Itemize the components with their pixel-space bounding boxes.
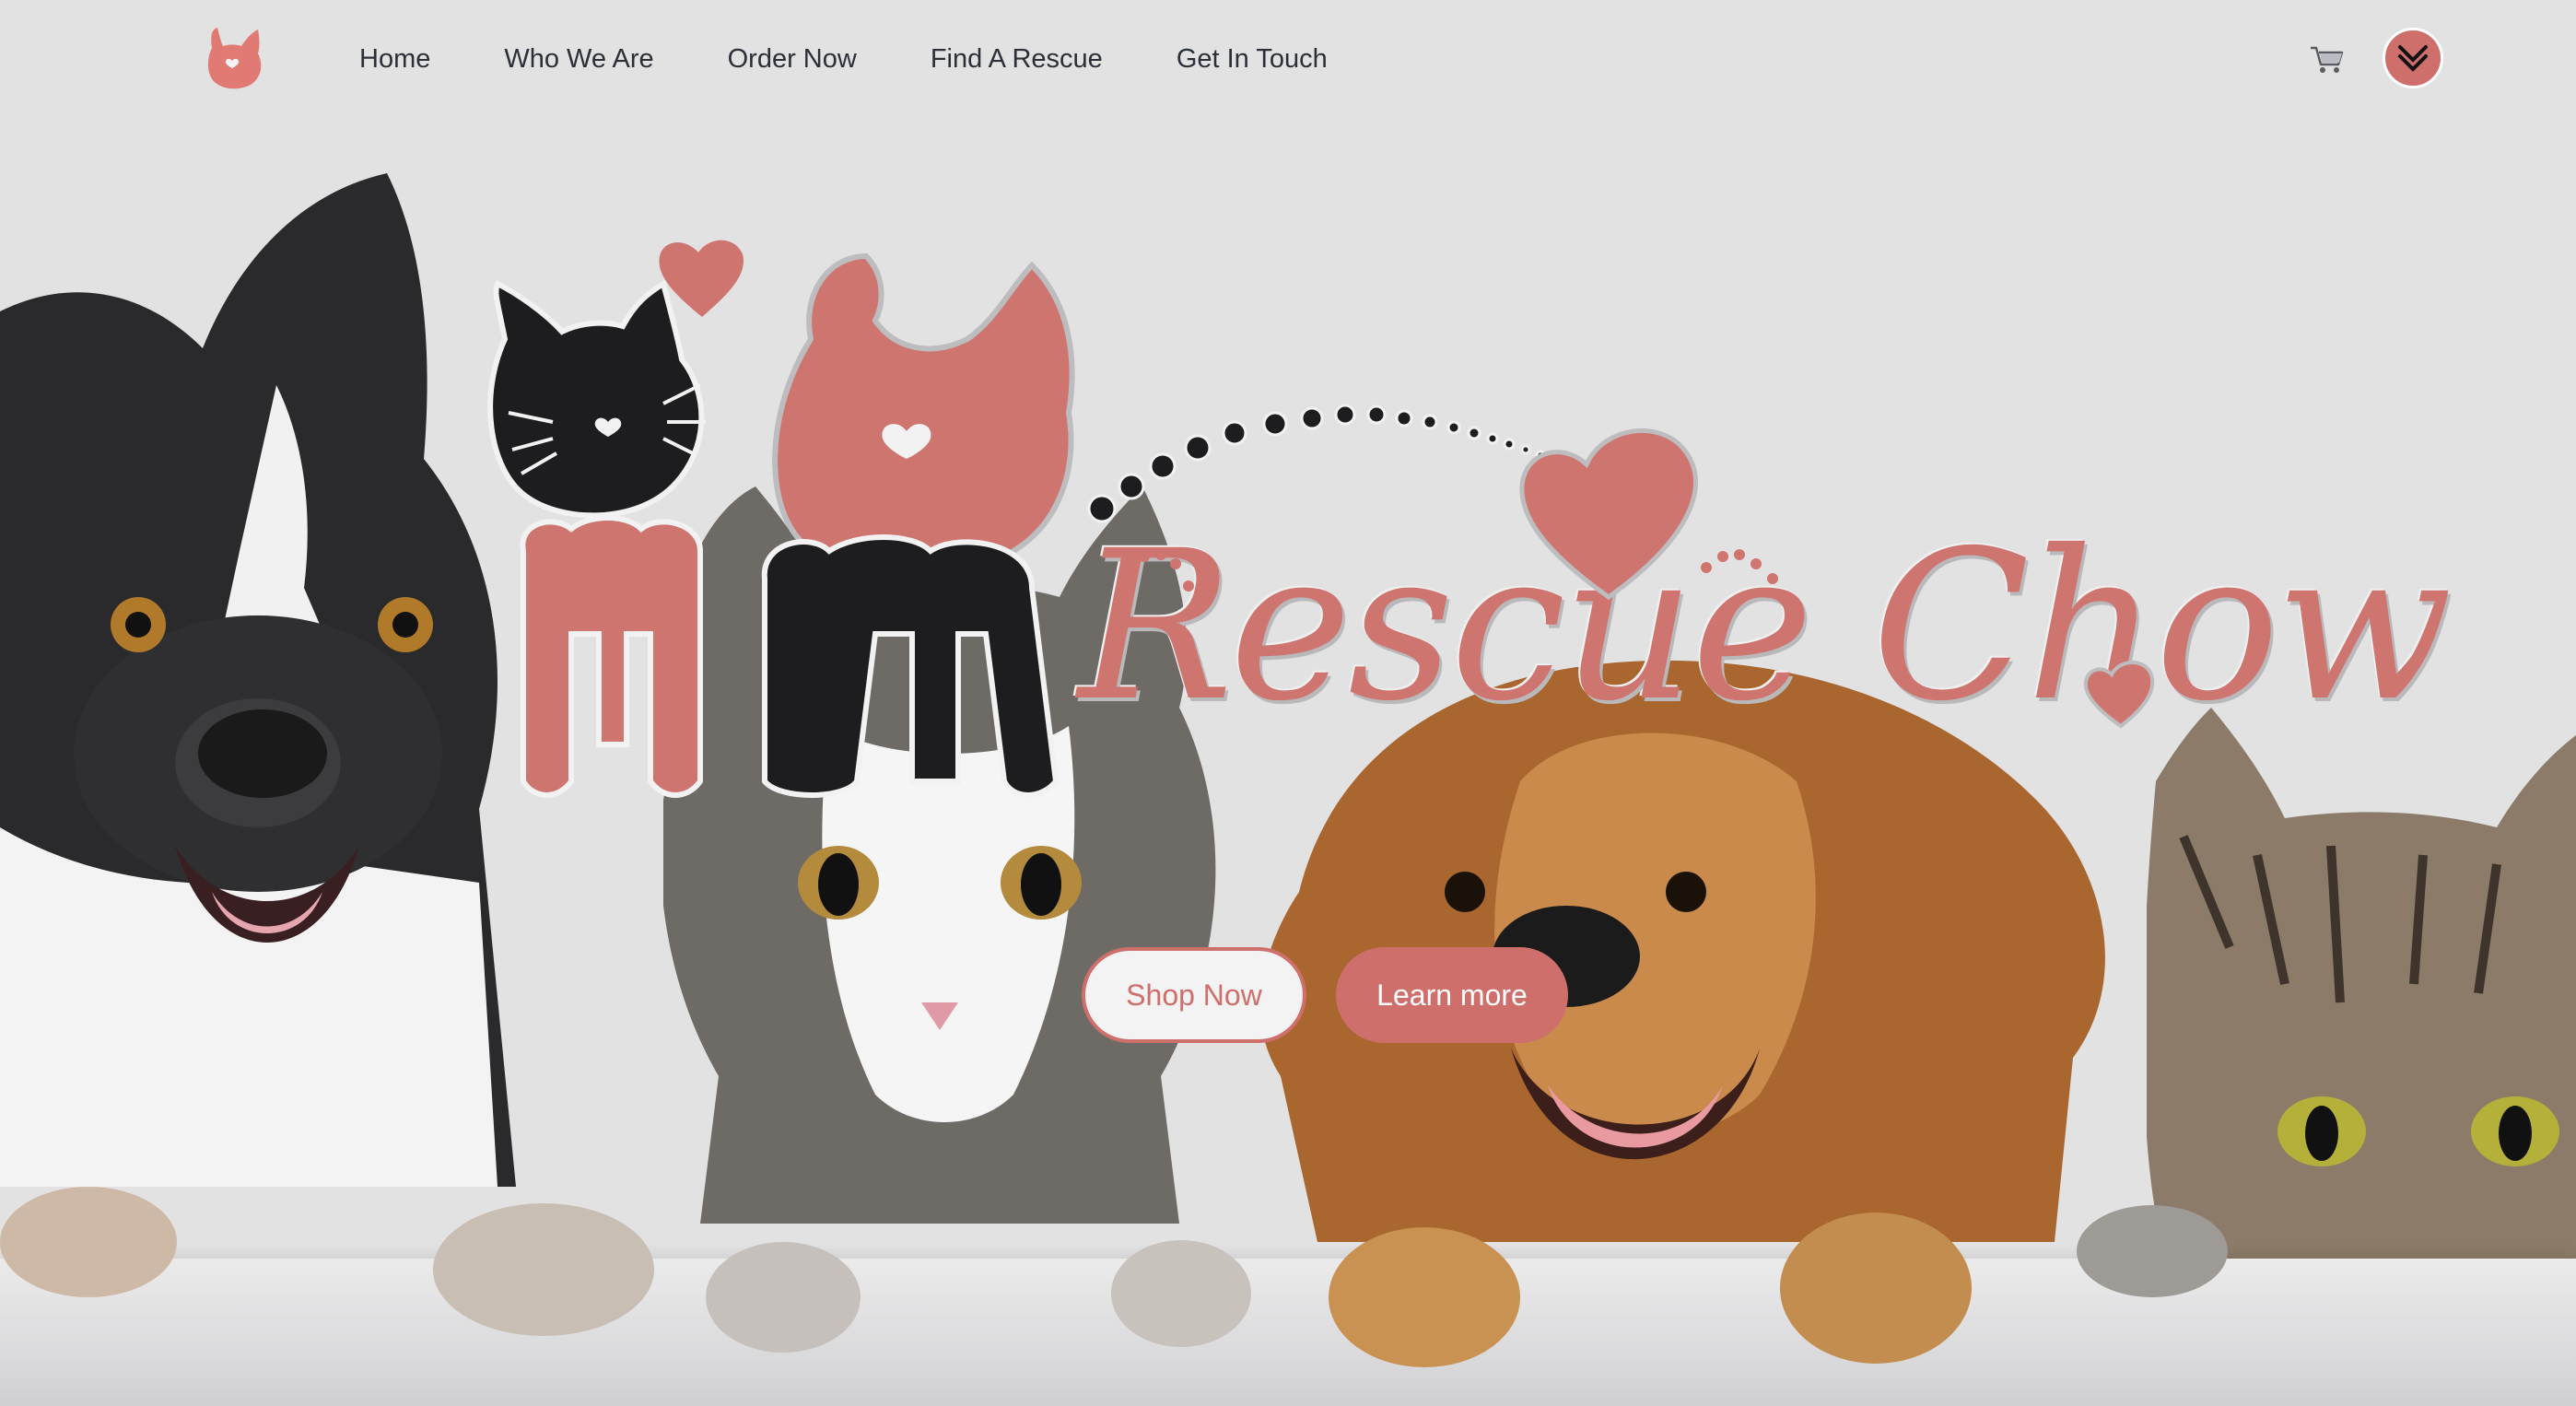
nav-link-order-now[interactable]: Order Now xyxy=(728,41,857,77)
hero-section: Rescue Chow Shop Now Learn more xyxy=(0,118,2576,1406)
m-letter-pink xyxy=(520,515,703,798)
top-navbar: Home Who We Are Order Now Find A Rescue … xyxy=(0,0,2576,118)
paws-row xyxy=(0,1187,2228,1367)
cart-icon[interactable] xyxy=(2309,41,2346,77)
hero-cta-group: Shop Now Learn more xyxy=(1082,947,1568,1043)
cat-head-icon xyxy=(487,279,706,519)
dotted-arc xyxy=(1087,404,1546,523)
heart-icon-large xyxy=(1519,428,1699,601)
nav-link-home[interactable]: Home xyxy=(359,41,430,77)
shop-now-button[interactable]: Shop Now xyxy=(1082,947,1306,1043)
chevron-double-down-icon xyxy=(2398,45,2428,72)
menu-toggle-button[interactable] xyxy=(2383,28,2443,88)
heart-icon-small xyxy=(2083,661,2155,729)
rescue-chow-logo-art xyxy=(487,240,2155,798)
nav-link-find-a-rescue[interactable]: Find A Rescue xyxy=(931,41,1103,77)
learn-more-button[interactable]: Learn more xyxy=(1336,947,1568,1043)
nav-link-who-we-are[interactable]: Who We Are xyxy=(504,41,653,77)
m-letter-black xyxy=(761,534,1060,798)
logo-icon[interactable] xyxy=(205,26,263,90)
dog-head-icon xyxy=(772,252,1075,574)
main-nav: Home Who We Are Order Now Find A Rescue … xyxy=(359,41,1401,77)
nav-link-get-in-touch[interactable]: Get In Touch xyxy=(1177,41,1328,77)
paw-dots xyxy=(1124,549,1778,592)
